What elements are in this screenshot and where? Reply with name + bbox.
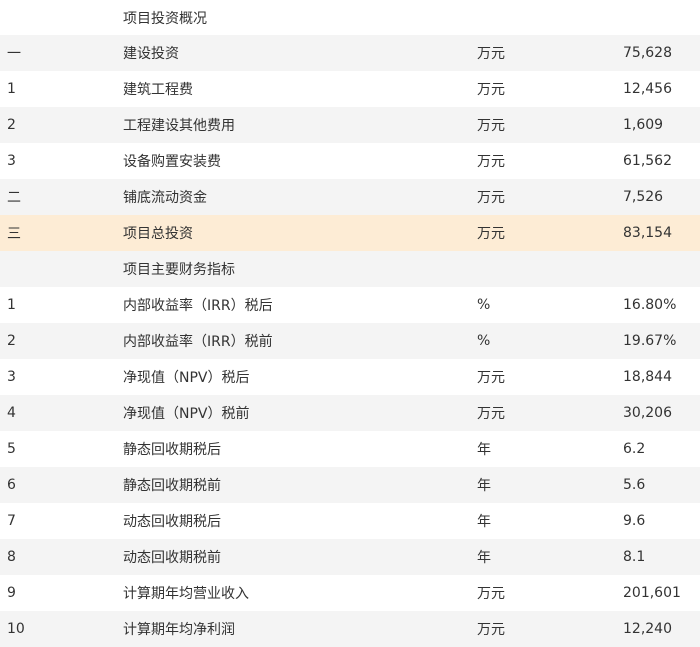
row-value: 1,609: [623, 117, 664, 133]
row-index: 4: [7, 405, 16, 421]
table-row: 1 建筑工程费 万元 12,456: [0, 71, 700, 107]
row-item-name: 设备购置安装费: [123, 154, 221, 170]
row-item-name: 建筑工程费: [123, 82, 193, 98]
row-item-name: 铺底流动资金: [123, 190, 207, 206]
row-value: 16.80%: [623, 297, 677, 313]
table-row: 3 净现值（NPV）税后 万元 18,844: [0, 359, 700, 395]
row-value: 7,526: [623, 189, 664, 205]
row-index: 2: [7, 333, 16, 349]
table-row: 1 内部收益率（IRR）税后% 16.80%: [0, 287, 700, 323]
table-row: 5 静态回收期税后 年 6.2: [0, 431, 700, 467]
row-item-name: 动态回收期税前: [123, 550, 221, 566]
row-item-name: 项目主要财务指标: [123, 262, 235, 278]
row-unit: 万元: [477, 46, 505, 62]
row-item-name: 内部收益率（IRR）税前: [123, 334, 273, 350]
row-index: 1: [7, 297, 16, 313]
table-row: 二 铺底流动资金 万元 7,526: [0, 179, 700, 215]
row-unit: 万元: [477, 82, 505, 98]
row-unit: 万元: [477, 154, 505, 170]
row-item-name: 项目投资概况: [123, 10, 207, 27]
row-index: 二: [7, 190, 21, 206]
row-unit: 万元: [477, 406, 505, 422]
row-item-name: 静态回收期税后: [123, 442, 221, 458]
row-unit: 万元: [477, 118, 505, 134]
table-row: 一 建设投资 万元 75,628: [0, 35, 700, 71]
row-index: 6: [7, 477, 16, 493]
row-index: 7: [7, 513, 16, 529]
table-row: 3 设备购置安装费 万元 61,562: [0, 143, 700, 179]
row-unit: 万元: [477, 370, 505, 386]
row-index: 9: [7, 585, 16, 601]
row-unit: 年: [477, 550, 491, 566]
table-row: 9 计算期年均营业收入 万元 201,601: [0, 575, 700, 611]
row-value: 8.1: [623, 549, 646, 565]
row-item-name: 静态回收期税前: [123, 478, 221, 494]
row-unit: 万元: [477, 226, 505, 242]
row-index: 三: [7, 226, 21, 242]
row-index: 3: [7, 153, 16, 169]
row-unit: %: [477, 297, 491, 313]
row-item-name: 项目总投资: [123, 226, 193, 242]
table-row: 2 内部收益率（IRR）税前% 19.67%: [0, 323, 700, 359]
row-value: 12,456: [623, 81, 672, 97]
row-index: 1: [7, 81, 16, 97]
row-index: 5: [7, 441, 16, 457]
row-item-name: 工程建设其他费用: [123, 118, 235, 134]
row-value: 83,154: [623, 225, 672, 241]
table-row: 7 动态回收期税后 年 9.6: [0, 503, 700, 539]
row-unit: 万元: [477, 622, 505, 638]
row-unit: 年: [477, 442, 491, 458]
total-row: 三 项目总投资 万元 83,154: [0, 215, 700, 251]
table-row: 8 动态回收期税前 年 8.1: [0, 539, 700, 575]
table-row: 4 净现值（NPV）税前 万元 30,206: [0, 395, 700, 431]
row-index: 一: [7, 46, 21, 62]
table-row: 6 静态回收期税前 年 5.6: [0, 467, 700, 503]
row-value: 61,562: [623, 153, 672, 169]
row-value: 12,240: [623, 621, 672, 637]
row-item-name: 计算期年均净利润: [123, 622, 235, 638]
row-unit: 万元: [477, 586, 505, 602]
row-item-name: 计算期年均营业收入: [123, 586, 249, 602]
table-row: 2 工程建设其他费用 万元 1,609: [0, 107, 700, 143]
row-item-name: 动态回收期税后: [123, 514, 221, 530]
row-item-name: 净现值（NPV）税后: [123, 370, 250, 386]
row-index: 10: [7, 621, 25, 637]
table-row: 10 计算期年均净利润 万元 12,240: [0, 611, 700, 647]
row-index: 3: [7, 369, 16, 385]
row-value: 5.6: [623, 477, 646, 493]
row-value: 75,628: [623, 45, 672, 61]
row-value: 18,844: [623, 369, 672, 385]
row-unit: %: [477, 333, 491, 349]
row-item-name: 建设投资: [123, 46, 179, 62]
row-value: 201,601: [623, 585, 681, 601]
row-value: 9.6: [623, 513, 646, 529]
row-unit: 年: [477, 514, 491, 530]
row-value: 30,206: [623, 405, 672, 421]
row-item-name: 内部收益率（IRR）税后: [123, 298, 273, 314]
row-index: 8: [7, 549, 16, 565]
row-unit: 年: [477, 478, 491, 494]
investment-summary-table: 项目投资概况一建设投资 万元 75,628 1 建筑工程费 万元 12,456 2 工程建设其他…: [0, 0, 700, 647]
row-value: 6.2: [623, 441, 646, 457]
row-value: 19.67%: [623, 333, 677, 349]
row-item-name: 净现值（NPV）税前: [123, 406, 250, 422]
section-header-row: 项目投资概况: [0, 0, 700, 35]
row-index: 2: [7, 117, 16, 133]
section-header-row: 项目主要财务指标: [0, 251, 700, 287]
row-unit: 万元: [477, 190, 505, 206]
